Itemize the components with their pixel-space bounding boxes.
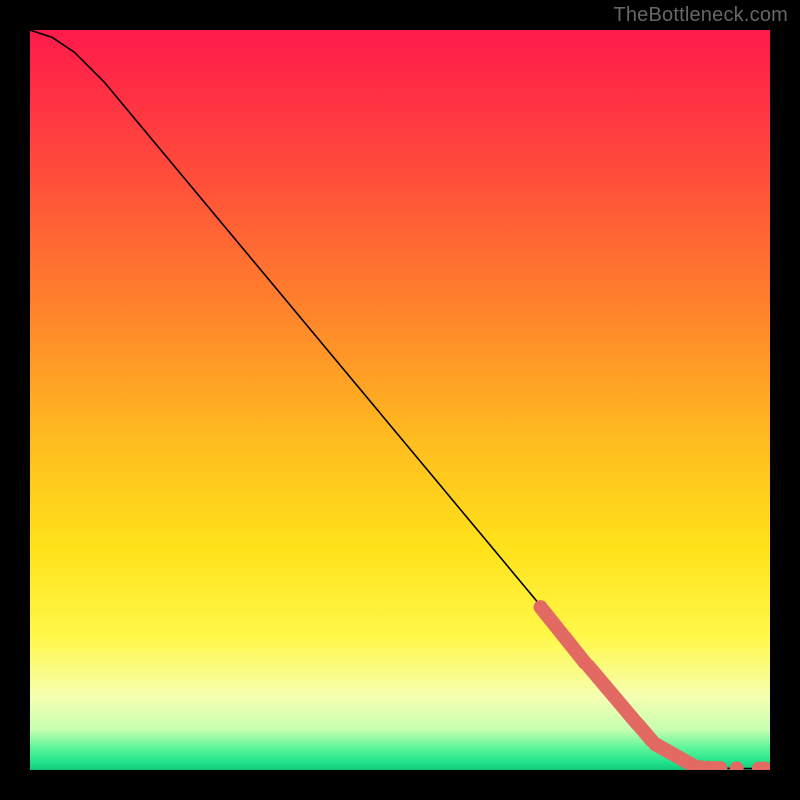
highlight-dot [582, 659, 596, 673]
bottleneck-chart [30, 30, 770, 770]
watermark-text: TheBottleneck.com [613, 4, 788, 27]
gradient-background [30, 30, 770, 770]
highlight-dot [648, 737, 662, 751]
chart-frame: TheBottleneck.com [0, 0, 800, 800]
highlight-dot [534, 600, 548, 614]
highlight-dot [632, 719, 646, 733]
